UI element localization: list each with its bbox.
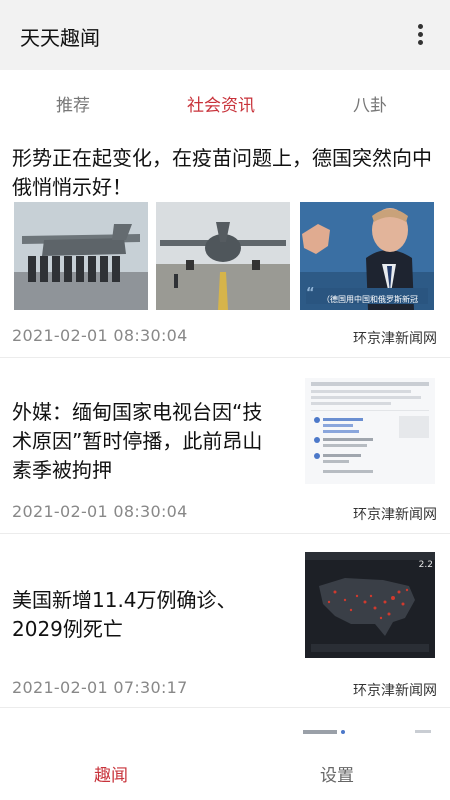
news-thumbnail — [14, 202, 148, 310]
news-thumbnail: 2.2 — [305, 552, 435, 658]
app-bar: 天天趣闻 — [0, 0, 450, 70]
news-headline[interactable]: 美国新增11.4万例确诊、2029例死亡 — [12, 586, 282, 644]
news-headline[interactable]: 外媒：缅甸国家电视台因“技术原因”暂时停播，此前昂山素季被拘押 — [12, 398, 282, 485]
tab-social-news[interactable]: 社会资讯 — [187, 91, 255, 116]
app-title: 天天趣闻 — [20, 26, 100, 50]
news-item[interactable]: 外媒：缅甸国家电视台因“技术原因”暂时停播，此前昂山素季被拘押 2021-02-… — [0, 358, 450, 534]
news-source: 环京津新闻网 — [353, 683, 437, 699]
nav-funnews[interactable]: 趣闻 — [94, 761, 128, 786]
news-thumbnail — [305, 378, 435, 484]
news-time: 2021-02-01 07:30:17 — [12, 678, 188, 697]
thumbnail-caption: （德国用中国和俄罗斯新冠 — [322, 295, 418, 304]
news-thumbnail: “ （德国用中国和俄罗斯新冠 — [300, 202, 434, 310]
news-headline[interactable]: 形势正在起变化，在疫苗问题上，德国突然向中俄悄悄示好！ — [12, 144, 438, 202]
news-time: 2021-02-01 08:30:04 — [12, 502, 188, 521]
nav-settings[interactable]: 设置 — [320, 761, 354, 786]
thumbnail-caption: 2.2 — [418, 560, 433, 570]
news-item[interactable]: 美国新增11.4万例确诊、2029例死亡 2.2 2021-02-01 07:3… — [0, 534, 450, 708]
more-vertical-icon[interactable] — [418, 24, 424, 48]
news-thumbnail — [303, 708, 433, 742]
tab-gossip[interactable]: 八卦 — [353, 91, 387, 116]
news-time: 2021-02-01 08:30:04 — [12, 326, 188, 345]
news-thumbnail — [156, 202, 290, 310]
tab-recommend[interactable]: 推荐 — [56, 91, 90, 116]
news-item[interactable]: 形势正在起变化，在疫苗问题上，德国突然向中俄悄悄示好！ “ （德国用中国和俄罗斯… — [0, 132, 450, 358]
news-source: 环京津新闻网 — [353, 331, 437, 347]
bottom-navigation: 趣闻 设置 — [0, 742, 450, 800]
quote-mark-icon: “ — [306, 286, 315, 301]
category-tabs: 推荐 社会资讯 八卦 — [0, 70, 450, 132]
news-source: 环京津新闻网 — [353, 507, 437, 523]
